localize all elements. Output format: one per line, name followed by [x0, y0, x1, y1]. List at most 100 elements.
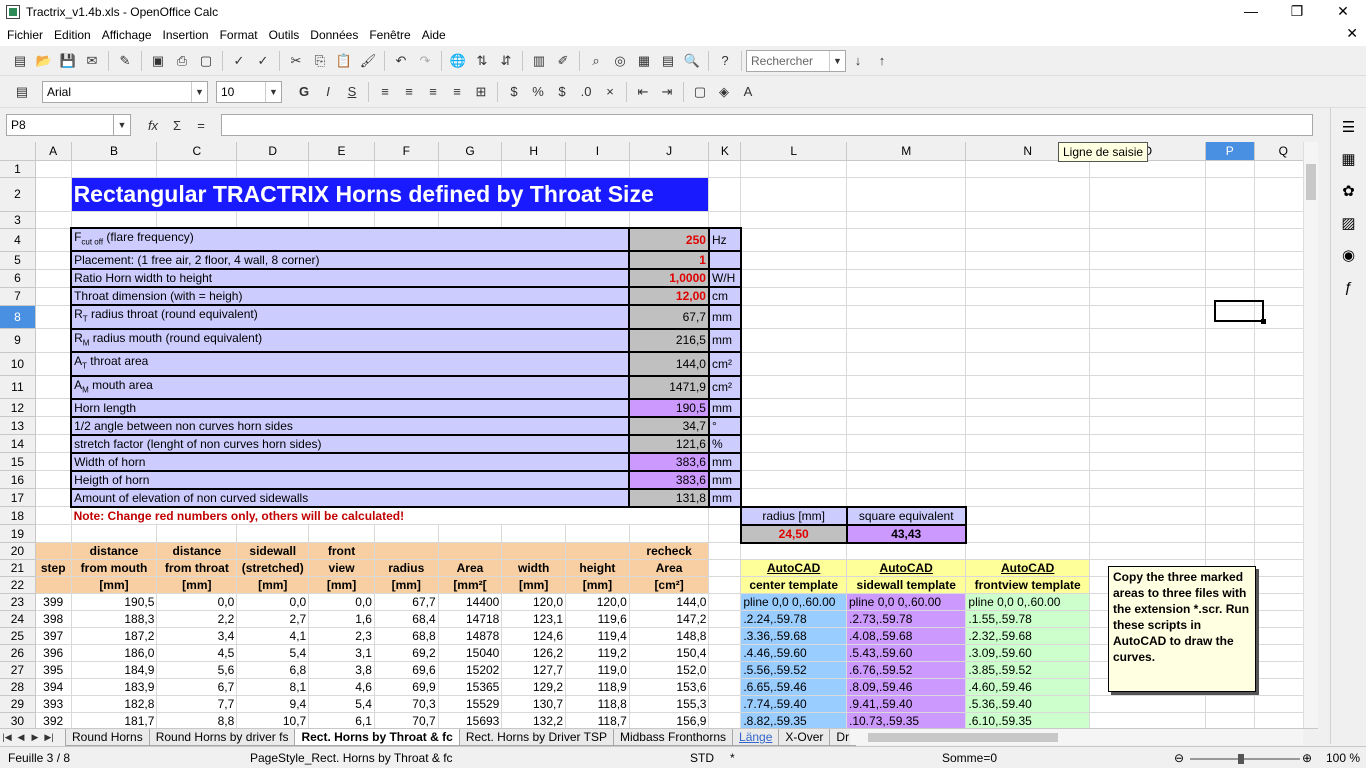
data-cell[interactable]: 70,3: [374, 695, 439, 714]
cell-cursor-p8[interactable]: [1214, 300, 1266, 324]
data-cell[interactable]: 130,7: [501, 695, 567, 714]
currency-format-icon[interactable]: $: [503, 82, 525, 102]
data-cell[interactable]: 0,0: [156, 593, 238, 612]
cell[interactable]: [501, 211, 567, 229]
data-cell[interactable]: 3,8: [308, 661, 375, 680]
tab-rect-horns-throat[interactable]: Rect. Horns by Throat & fc: [294, 729, 460, 746]
menu-format[interactable]: Format: [220, 28, 258, 42]
data-cell[interactable]: 2,2: [156, 610, 238, 629]
param-value[interactable]: 190,5: [628, 397, 710, 418]
bold-button[interactable]: G: [293, 82, 315, 102]
save-icon[interactable]: 💾: [57, 51, 79, 71]
cell[interactable]: [35, 524, 72, 544]
cell[interactable]: [35, 305, 72, 330]
data-cell[interactable]: 4,6: [308, 678, 375, 697]
cell[interactable]: [708, 506, 742, 526]
data-cell[interactable]: 4,5: [156, 644, 238, 663]
data-cell[interactable]: 15202: [438, 661, 503, 680]
row-header-12[interactable]: 12: [0, 398, 36, 418]
table-header[interactable]: [438, 542, 503, 561]
param-unit[interactable]: mm: [707, 487, 742, 508]
data-cell[interactable]: 70,7: [374, 712, 439, 728]
data-cell[interactable]: 393: [35, 695, 72, 714]
col-header-c[interactable]: C: [156, 142, 238, 161]
cell[interactable]: [565, 160, 630, 178]
cell[interactable]: [965, 287, 1090, 306]
param-unit[interactable]: mm: [707, 304, 742, 330]
cell[interactable]: [708, 211, 742, 229]
data-cell[interactable]: 8,1: [236, 678, 310, 697]
frontview-template-cell[interactable]: .6.10,.59.35: [965, 712, 1090, 728]
table-header[interactable]: front: [308, 542, 375, 561]
cell[interactable]: [1205, 177, 1255, 212]
edit-mode-icon[interactable]: ✎: [114, 51, 136, 71]
data-cell[interactable]: 119,2: [565, 644, 630, 663]
cell[interactable]: [708, 524, 742, 544]
cell[interactable]: [308, 211, 375, 229]
col-header-p[interactable]: P: [1205, 142, 1255, 161]
data-cell[interactable]: 395: [35, 661, 72, 680]
borders-icon[interactable]: ▢: [689, 82, 711, 102]
data-cell[interactable]: 14718: [438, 610, 503, 629]
sidewall-template-cell[interactable]: .5.43,.59.60: [846, 644, 967, 663]
data-cell[interactable]: 399: [35, 593, 72, 612]
cell[interactable]: [846, 305, 967, 330]
table-header[interactable]: [501, 542, 567, 561]
col-header-a[interactable]: A: [35, 142, 72, 161]
data-cell[interactable]: 120,0: [501, 593, 567, 612]
table-header[interactable]: from mouth: [71, 559, 158, 578]
autocad-header[interactable]: frontview template: [965, 576, 1090, 595]
param-label[interactable]: Horn length: [70, 397, 631, 418]
cell[interactable]: [965, 398, 1090, 418]
data-cell[interactable]: 10,7: [236, 712, 310, 728]
cell[interactable]: [629, 524, 710, 544]
cell[interactable]: [1205, 228, 1255, 252]
sidewall-template-cell[interactable]: .8.09,.59.46: [846, 678, 967, 697]
cell[interactable]: [236, 160, 310, 178]
param-label[interactable]: Ratio Horn width to height: [70, 268, 631, 289]
cell[interactable]: [965, 506, 1090, 526]
cell[interactable]: [1089, 177, 1206, 212]
table-header[interactable]: Area: [438, 559, 503, 578]
row-header-9[interactable]: 9: [0, 328, 36, 353]
center-template-cell[interactable]: .4.46,.59.60: [740, 644, 847, 663]
tab-x-over[interactable]: X-Over: [778, 729, 831, 746]
param-value[interactable]: 1: [628, 250, 710, 271]
data-cell[interactable]: 15040: [438, 644, 503, 663]
row-header-29[interactable]: 29: [0, 695, 36, 714]
decrease-indent-icon[interactable]: ⇤: [632, 82, 654, 102]
col-header-g[interactable]: G: [438, 142, 503, 161]
data-cell[interactable]: 69,2: [374, 644, 439, 663]
cell[interactable]: [1205, 470, 1255, 490]
cell[interactable]: [35, 488, 72, 508]
cell[interactable]: [740, 488, 847, 508]
cell[interactable]: [965, 177, 1090, 212]
cell[interactable]: [1089, 287, 1206, 306]
menu-donnees[interactable]: Données: [310, 28, 358, 42]
sidewall-template-cell[interactable]: .6.76,.59.52: [846, 661, 967, 680]
cell[interactable]: [1089, 305, 1206, 330]
find-next-icon[interactable]: ↓: [847, 51, 869, 71]
cell[interactable]: [1205, 160, 1255, 178]
param-value[interactable]: 131,8: [628, 487, 710, 508]
cell[interactable]: [740, 228, 847, 252]
row-header-26[interactable]: 26: [0, 644, 36, 663]
data-cell[interactable]: 127,7: [501, 661, 567, 680]
sidewall-template-cell[interactable]: .10.73,.59.35: [846, 712, 967, 728]
data-cell[interactable]: 3,1: [308, 644, 375, 663]
spellcheck-icon[interactable]: ✓: [228, 51, 250, 71]
increase-indent-icon[interactable]: ⇥: [656, 82, 678, 102]
cell[interactable]: [1205, 269, 1255, 288]
cell[interactable]: [1089, 712, 1206, 728]
maximize-button[interactable]: ❐: [1274, 0, 1320, 24]
param-unit[interactable]: Hz: [707, 226, 742, 253]
table-header[interactable]: sidewall: [236, 542, 310, 561]
selection-mode[interactable]: STD: [690, 751, 714, 765]
font-size-combo[interactable]: 10 ▼: [216, 80, 282, 103]
cell[interactable]: [1205, 416, 1255, 436]
vertical-scrollbar[interactable]: [1303, 142, 1318, 728]
row-header-24[interactable]: 24: [0, 610, 36, 629]
cell[interactable]: [35, 352, 72, 377]
change-note[interactable]: Note: Change red numbers only, others wi…: [71, 506, 710, 526]
cell[interactable]: [1089, 352, 1206, 377]
